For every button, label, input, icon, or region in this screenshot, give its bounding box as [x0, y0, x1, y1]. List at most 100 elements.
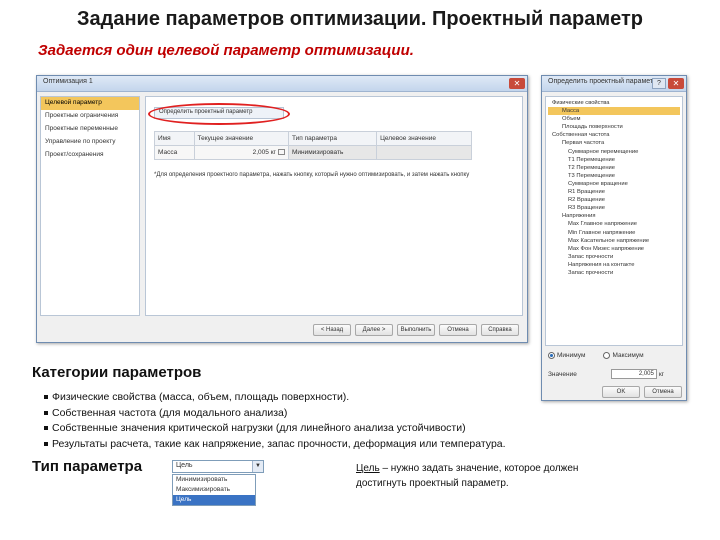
param-type-heading: Тип параметра	[32, 458, 143, 475]
tree-item[interactable]: Первая частота	[548, 139, 680, 147]
tree-item[interactable]: T3 Перемещение	[548, 172, 680, 180]
optimization-dialog: Оптимизация 1 ✕ Целевой параметр Проектн…	[36, 75, 528, 343]
target-mode-radios: Минимум Максимум	[548, 352, 644, 359]
bullet-icon	[44, 410, 48, 415]
help-button[interactable]: Справка	[481, 324, 519, 336]
sidebar-item-target[interactable]: Целевой параметр	[41, 97, 139, 110]
dropdown-value: Цель	[176, 462, 193, 469]
list-item: Собственная частота (для модального анал…	[44, 406, 506, 422]
tree-item[interactable]: Max Касательное напряжение	[548, 237, 680, 245]
value-row: Значение 2,005 кг	[548, 369, 664, 379]
run-button[interactable]: Выполнить	[397, 324, 435, 336]
list-item: Собственные значения критической нагрузк…	[44, 421, 506, 437]
categories-list: Физические свойства (масса, объем, площа…	[44, 390, 506, 452]
tree-item[interactable]: R3 Вращение	[548, 204, 680, 212]
ok-button[interactable]: OK	[602, 386, 640, 398]
goal-word: Цель	[356, 463, 380, 474]
dialog-title: Оптимизация 1	[43, 78, 93, 85]
slide-title: Задание параметров оптимизации. Проектны…	[76, 8, 644, 30]
define-parameter-dialog: Определить проектный параметр ? ✕ Физиче…	[541, 75, 687, 401]
parameter-table: Имя Текущее значение Тип параметра Целев…	[154, 131, 472, 160]
column-header-type: Тип параметра	[287, 131, 378, 146]
cell-type[interactable]: Минимизировать	[287, 145, 378, 160]
list-item: Физические свойства (масса, объем, площа…	[44, 390, 506, 406]
table-row[interactable]: Масса 2,005 кг Минимизировать	[154, 145, 472, 160]
list-item-text: Собственные значения критической нагрузк…	[52, 422, 466, 434]
radio-minimize-label: Минимум	[557, 352, 586, 360]
sidebar-item-constraints[interactable]: Проектные ограничения	[41, 110, 139, 123]
tree-item[interactable]: Напряжения	[548, 212, 680, 220]
bullet-icon	[44, 441, 48, 446]
tree-item[interactable]: Запас прочности	[548, 269, 680, 277]
tree-item[interactable]: Max Фон Мизес напряжение	[548, 245, 680, 253]
close-icon[interactable]: ✕	[668, 78, 684, 89]
tree-item[interactable]: Объем	[548, 115, 680, 123]
tree-item[interactable]: Собственная частота	[548, 131, 680, 139]
tree-item[interactable]: Max Главное напряжение	[548, 220, 680, 228]
sidebar: Целевой параметр Проектные ограничения П…	[40, 96, 140, 316]
categories-heading: Категории параметров	[32, 364, 202, 381]
value-unit: кг	[658, 370, 665, 378]
close-icon[interactable]: ✕	[509, 78, 525, 89]
highlight-oval	[148, 103, 290, 125]
tree-item[interactable]: Площадь поверхности	[548, 123, 680, 131]
tree-item[interactable]: Суммарное вращение	[548, 180, 680, 188]
radio-icon	[548, 352, 555, 359]
slide-subtitle: Задается один целевой параметр оптимизац…	[38, 42, 414, 59]
radio-minimize[interactable]: Минимум	[548, 352, 585, 359]
tree-item[interactable]: Напряжения на контакте	[548, 261, 680, 269]
sidebar-item-control[interactable]: Управление по проекту	[41, 136, 139, 149]
value-field[interactable]: 2,005	[610, 369, 657, 379]
dropdown-option-minimize[interactable]: Минимизировать	[173, 475, 255, 485]
radio-maximize-label: Максимум	[612, 352, 644, 360]
tree-item[interactable]: Min Главное напряжение	[548, 229, 680, 237]
cell-current: 2,005 кг	[193, 145, 289, 160]
sidebar-item-save[interactable]: Проект/сохранения	[41, 149, 139, 162]
list-item-text: Собственная частота (для модального анал…	[52, 406, 288, 419]
cell-target[interactable]	[376, 145, 472, 160]
content-panel: Определить проектный параметр Имя Текуще…	[145, 96, 523, 316]
dialog-buttons: < Назад Далее > Выполнить Отмена Справка	[313, 324, 519, 336]
column-header-target: Целевое значение	[376, 131, 472, 146]
goal-description: Цель – нужно задать значение, которое до…	[356, 461, 616, 491]
next-button[interactable]: Далее >	[355, 324, 393, 336]
column-header-name: Имя	[154, 131, 195, 146]
cancel-button[interactable]: Отмена	[439, 324, 477, 336]
help-icon[interactable]: ?	[652, 78, 666, 89]
back-button[interactable]: < Назад	[313, 324, 351, 336]
bullet-icon	[44, 426, 48, 431]
cell-name[interactable]: Масса	[154, 145, 195, 160]
value-label: Значение	[548, 370, 577, 378]
tree-item[interactable]: Физические свойства	[548, 99, 680, 107]
help-note: *Для определения проектного параметра, н…	[154, 172, 470, 178]
column-header-current: Текущее значение	[193, 131, 289, 146]
dropdown-option-maximize[interactable]: Максимизировать	[173, 485, 255, 495]
right-dialog-buttons: OK Отмена	[602, 386, 682, 398]
parameter-tree: Физические свойства Масса Объем Площадь пов…	[545, 96, 683, 346]
unit-picker-icon[interactable]	[277, 149, 285, 156]
list-item-text: Результаты расчета, такие как напряжение…	[52, 437, 506, 450]
tree-item[interactable]: Суммарное перемещение	[548, 148, 680, 156]
tree-item[interactable]: Запас прочности	[548, 253, 680, 261]
list-item-text: Физические свойства (масса, объем, площа…	[52, 391, 350, 403]
right-dialog-title: Определить проектный параметр	[548, 78, 658, 85]
list-item: Результаты расчета, такие как напряжение…	[44, 437, 506, 453]
radio-maximize[interactable]: Максимум	[603, 352, 644, 360]
bullet-icon	[44, 395, 48, 400]
tree-item[interactable]: T2 Перемещение	[548, 164, 680, 172]
radio-icon	[603, 352, 611, 359]
right-dialog-titlebar: Определить проектный параметр ? ✕	[542, 76, 686, 92]
chevron-down-icon[interactable]: ▼	[252, 461, 263, 472]
tree-item[interactable]: R1 Вращение	[548, 188, 680, 196]
param-type-dropdown[interactable]: Цель ▼ Минимизировать Максимизировать Це…	[172, 460, 264, 518]
goal-text: – нужно задать значение, которое должен …	[356, 463, 579, 489]
dropdown-selected[interactable]: Цель ▼	[172, 460, 264, 473]
dropdown-option-goal[interactable]: Цель	[173, 495, 255, 505]
sidebar-item-variables[interactable]: Проектные переменные	[41, 123, 139, 136]
right-cancel-button[interactable]: Отмена	[644, 386, 682, 398]
tree-item[interactable]: Масса	[548, 107, 680, 116]
tree-item[interactable]: T1 Перемещение	[548, 156, 680, 164]
dialog-titlebar: Оптимизация 1 ✕	[37, 76, 527, 92]
cell-current-value: 2,005 кг	[252, 149, 276, 156]
tree-item[interactable]: R2 Вращение	[548, 196, 680, 204]
